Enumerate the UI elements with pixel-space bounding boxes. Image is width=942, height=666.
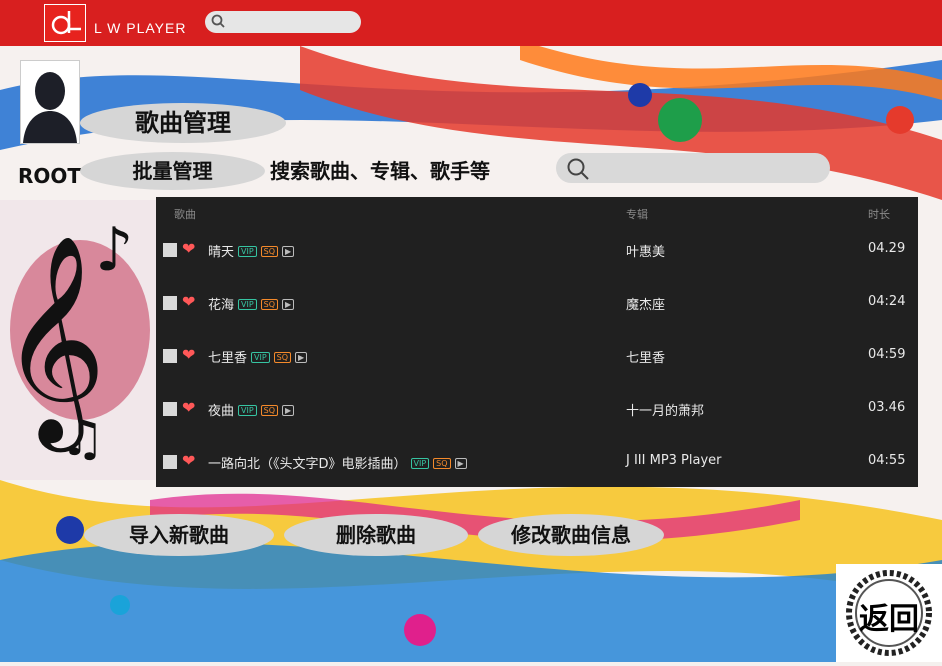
heart-icon[interactable]: ❤ xyxy=(182,345,195,364)
app-logo[interactable] xyxy=(44,4,86,42)
top-search-input[interactable] xyxy=(205,11,361,33)
song-title[interactable]: 七里香 VIP SQ ▶ xyxy=(208,347,308,366)
top-bar: L W PLAYER xyxy=(0,0,942,46)
album-name[interactable]: 七里香 xyxy=(626,347,665,366)
mv-play-icon[interactable]: ▶ xyxy=(282,246,295,257)
song-table: 歌曲 专辑 时长 ❤ 晴天 VIP SQ ▶ 叶惠美 04.29 ❤ 花海 VIP SQ ▶… xyxy=(156,197,918,487)
duration: 04:59 xyxy=(868,347,906,362)
album-name[interactable]: J III MP3 Player xyxy=(626,453,722,468)
header-song[interactable]: 歌曲 xyxy=(174,206,196,222)
heart-icon[interactable]: ❤ xyxy=(182,239,195,258)
song-title[interactable]: 一路向北（《头文字D》电影插曲） VIP SQ ▶ xyxy=(208,453,467,472)
heart-icon[interactable]: ❤ xyxy=(182,292,195,311)
row-checkbox[interactable] xyxy=(163,296,177,310)
delete-song-button[interactable]: 删除歌曲 xyxy=(284,514,468,556)
header-album[interactable]: 专辑 xyxy=(626,206,648,222)
svg-text:♪: ♪ xyxy=(95,215,133,285)
mv-play-icon[interactable]: ▶ xyxy=(454,458,467,469)
mv-play-icon[interactable]: ▶ xyxy=(282,299,295,310)
vip-badge: VIP xyxy=(251,352,270,363)
mv-play-icon[interactable]: ▶ xyxy=(282,405,295,416)
table-row[interactable]: ❤ 夜曲 VIP SQ ▶ 十一月的萧邦 03.46 xyxy=(156,383,918,436)
search-icon xyxy=(211,14,225,28)
table-row[interactable]: ❤ 花海 VIP SQ ▶ 魔杰座 04:24 xyxy=(156,277,918,330)
back-label: 返回 xyxy=(859,602,919,637)
sq-badge: SQ xyxy=(273,352,292,363)
duration: 04.29 xyxy=(868,241,906,256)
batch-manage-button[interactable]: 批量管理 xyxy=(80,152,265,190)
mv-play-icon[interactable]: ▶ xyxy=(295,352,308,363)
duration: 04:55 xyxy=(868,453,906,468)
song-title[interactable]: 晴天 VIP SQ ▶ xyxy=(208,241,295,260)
logo-icon xyxy=(51,11,81,35)
app-title: L W PLAYER xyxy=(94,20,187,36)
album-name[interactable]: 十一月的萧邦 xyxy=(626,400,704,419)
table-row[interactable]: ❤ 七里香 VIP SQ ▶ 七里香 04:59 xyxy=(156,330,918,383)
user-silhouette-icon xyxy=(23,72,77,143)
table-row[interactable]: ❤ 一路向北（《头文字D》电影插曲） VIP SQ ▶ J III MP3 Playe… xyxy=(156,436,918,489)
vip-badge: VIP xyxy=(238,246,257,257)
sq-badge: SQ xyxy=(260,405,279,416)
album-name[interactable]: 魔杰座 xyxy=(626,294,665,313)
table-header: 歌曲 专辑 时长 xyxy=(156,197,918,227)
sq-badge: SQ xyxy=(260,246,279,257)
page-title: 歌曲管理 xyxy=(80,103,286,143)
edit-song-button[interactable]: 修改歌曲信息 xyxy=(478,514,664,556)
back-button[interactable]: 返回 xyxy=(836,564,942,662)
duration: 03.46 xyxy=(868,400,906,415)
album-name[interactable]: 叶惠美 xyxy=(626,241,665,260)
search-icon xyxy=(567,158,589,180)
vip-badge: VIP xyxy=(238,405,257,416)
duration: 04:24 xyxy=(868,294,906,309)
username-label: ROOT xyxy=(18,164,82,188)
import-song-button[interactable]: 导入新歌曲 xyxy=(84,514,274,556)
song-title[interactable]: 夜曲 VIP SQ ▶ xyxy=(208,400,295,419)
row-checkbox[interactable] xyxy=(163,402,177,416)
row-checkbox[interactable] xyxy=(163,455,177,469)
vip-badge: VIP xyxy=(238,299,257,310)
song-title[interactable]: 花海 VIP SQ ▶ xyxy=(208,294,295,313)
table-row[interactable]: ❤ 晴天 VIP SQ ▶ 叶惠美 04.29 xyxy=(156,224,918,277)
vip-badge: VIP xyxy=(410,458,430,469)
sq-badge: SQ xyxy=(433,458,451,469)
row-checkbox[interactable] xyxy=(163,243,177,257)
svg-text:♫: ♫ xyxy=(60,409,105,467)
heart-icon[interactable]: ❤ xyxy=(182,451,195,470)
heart-icon[interactable]: ❤ xyxy=(182,398,195,417)
row-checkbox[interactable] xyxy=(163,349,177,363)
sq-badge: SQ xyxy=(260,299,279,310)
avatar[interactable] xyxy=(20,60,80,144)
song-search-input[interactable] xyxy=(556,153,830,183)
header-duration[interactable]: 时长 xyxy=(868,206,890,222)
search-hint-label: 搜索歌曲、专辑、歌手等 xyxy=(270,159,490,183)
